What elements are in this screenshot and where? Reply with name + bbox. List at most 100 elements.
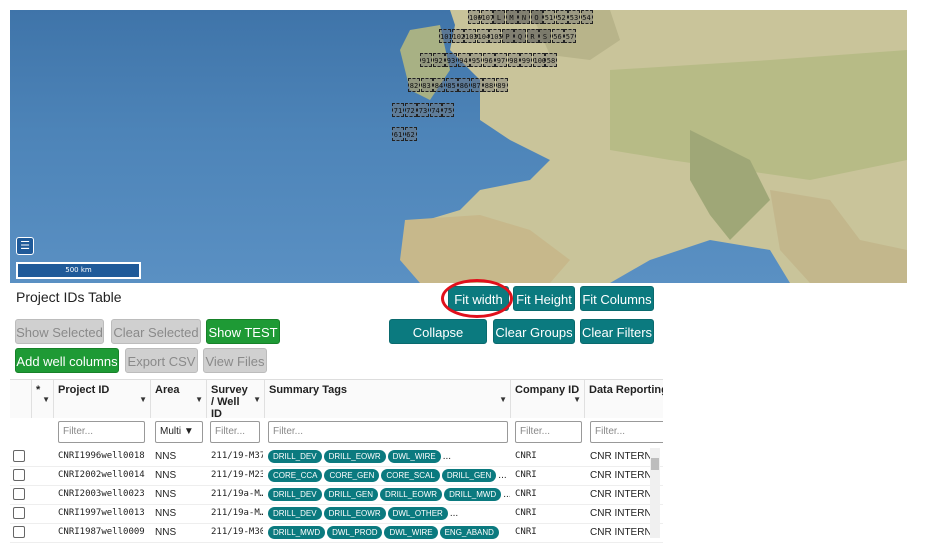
grid-cell[interactable]: 104 <box>476 29 490 43</box>
summary-tag[interactable]: DWL_WIRE <box>387 449 441 463</box>
row-checkbox[interactable] <box>13 469 25 481</box>
grid-cell[interactable]: 88 <box>483 78 495 92</box>
layer-list-button[interactable]: ☰ <box>16 237 34 255</box>
scrollbar-thumb[interactable] <box>651 458 659 470</box>
grid-cell[interactable]: 93 <box>445 53 457 67</box>
grid-cell[interactable]: 58 <box>545 53 557 67</box>
clear-filters-button[interactable]: Clear Filters <box>580 319 654 344</box>
grid-cell[interactable]: L <box>493 10 505 24</box>
grid-cell[interactable]: 62 <box>404 127 417 141</box>
row-checkbox[interactable] <box>13 526 25 538</box>
clear-selected-button[interactable]: Clear Selected <box>111 319 201 344</box>
grid-cell[interactable]: 83 <box>420 78 433 92</box>
summary-tag[interactable]: DRILL_GEN <box>441 468 497 482</box>
summary-tag[interactable]: DRILL_DEV <box>268 506 322 520</box>
grid-cell[interactable]: 100 <box>532 53 546 67</box>
chevron-down-icon[interactable]: ▼ <box>42 395 50 404</box>
grid-cell[interactable]: 74 <box>429 103 442 117</box>
grid-cell[interactable]: 56 <box>551 29 564 43</box>
summary-tag[interactable]: DRILL_DEV <box>268 487 322 501</box>
header-area[interactable]: Area ▼ <box>151 380 207 418</box>
export-csv-button[interactable]: Export CSV <box>125 348 198 373</box>
grid-cell[interactable]: O <box>530 10 543 24</box>
table-row[interactable]: CNRI1997well0013 NNS 211/19a-M… DRILL_DEV DR… <box>10 504 663 524</box>
show-test-button[interactable]: Show TEST <box>206 319 280 344</box>
grid-cell[interactable]: 107 <box>480 10 494 24</box>
table-scrollbar[interactable] <box>650 448 660 538</box>
grid-cell[interactable]: 73 <box>417 103 429 117</box>
row-checkbox[interactable] <box>13 450 25 462</box>
grid-cell[interactable]: 97 <box>495 53 507 67</box>
add-well-columns-button[interactable]: Add well columns <box>15 348 119 373</box>
grid-cell[interactable]: 75 <box>442 103 454 117</box>
grid-cell[interactable]: P <box>501 29 514 43</box>
fit-columns-button[interactable]: Fit Columns <box>580 286 654 311</box>
summary-tag[interactable]: DRILL_DEV <box>268 449 322 463</box>
grid-cell[interactable]: 71 <box>392 103 404 117</box>
header-project-id[interactable]: Project ID ▼ <box>54 380 151 418</box>
grid-cell[interactable]: 54 <box>580 10 593 24</box>
summary-tag[interactable]: DWL_OTHER <box>387 506 448 520</box>
view-files-button[interactable]: View Files <box>203 348 267 373</box>
summary-tag[interactable]: DRILL_EOWR <box>380 487 443 501</box>
chevron-down-icon[interactable]: ▼ <box>253 395 261 404</box>
chevron-down-icon[interactable]: ▼ <box>195 395 203 404</box>
chevron-down-icon[interactable]: ▼ <box>139 395 147 404</box>
chevron-down-icon[interactable]: ▼ <box>499 395 507 404</box>
grid-cell[interactable]: 106 <box>468 10 482 24</box>
summary-tag[interactable]: CORE_CCA <box>268 468 323 482</box>
survey-filter[interactable]: Filter... <box>210 421 260 443</box>
summary-tag[interactable]: DRILL_GEN <box>323 487 379 501</box>
table-row[interactable]: CNRI2003well0023 NNS 211/19a-M… DRILL_DEV DR… <box>10 485 663 505</box>
grid-cell[interactable]: 72 <box>404 103 417 117</box>
map-view[interactable]: 106 107 L M N O 51 52 53 54 101 102 103 104 105 P Q R S 56 5… <box>10 10 907 283</box>
grid-cell[interactable]: 53 <box>568 10 580 24</box>
grid-cell[interactable]: 96 <box>482 53 495 67</box>
grid-cell[interactable]: Q <box>514 29 526 43</box>
header-data-reporting[interactable]: Data Reporting <box>585 380 663 418</box>
summary-tag[interactable]: DRILL_EOWR <box>323 449 386 463</box>
summary-tag[interactable]: DRILL_EOWR <box>323 506 386 520</box>
grid-cell[interactable]: S <box>539 29 551 43</box>
area-filter-select[interactable]: Multi ▼ <box>155 421 203 443</box>
grid-cell[interactable]: M <box>505 10 518 24</box>
header-summary-tags[interactable]: Summary Tags ▼ <box>265 380 511 418</box>
grid-cell[interactable]: 99 <box>520 53 532 67</box>
header-survey[interactable]: Survey / Well ID ▼ <box>207 380 265 420</box>
header-company-id[interactable]: Company ID ▼ <box>511 380 585 418</box>
grid-cell[interactable]: N <box>518 10 530 24</box>
summary-tag[interactable]: DWL_PROD <box>327 525 383 539</box>
clear-groups-button[interactable]: Clear Groups <box>493 319 575 344</box>
grid-cell[interactable]: 87 <box>470 78 483 92</box>
summary-tag[interactable]: CORE_SCAL <box>381 468 440 482</box>
grid-cell[interactable]: 103 <box>464 29 478 43</box>
grid-cell[interactable]: 51 <box>543 10 555 24</box>
grid-cell[interactable]: 98 <box>507 53 520 67</box>
summary-tag[interactable]: DRILL_MWD <box>268 525 326 539</box>
chevron-down-icon[interactable]: ▼ <box>573 395 581 404</box>
grid-cell[interactable]: 102 <box>451 29 465 43</box>
grid-cell[interactable]: R <box>526 29 539 43</box>
fit-height-button[interactable]: Fit Height <box>513 286 575 311</box>
grid-cell[interactable]: 92 <box>432 53 445 67</box>
grid-cell[interactable]: 101 <box>439 29 453 43</box>
collapse-groups-button[interactable]: Collapse Groups <box>389 319 487 365</box>
summary-tag[interactable]: ENG_ABAND <box>439 525 499 539</box>
grid-cell[interactable]: 91 <box>420 53 432 67</box>
grid-cell[interactable]: 82 <box>408 78 420 92</box>
grid-cell[interactable]: 84 <box>433 78 445 92</box>
grid-cell[interactable]: 57 <box>564 29 576 43</box>
summary-tags-filter[interactable]: Filter... <box>268 421 508 443</box>
row-checkbox[interactable] <box>13 507 25 519</box>
grid-cell[interactable]: 61 <box>392 127 404 141</box>
row-checkbox[interactable] <box>13 488 25 500</box>
grid-cell[interactable]: 86 <box>458 78 470 92</box>
grid-cell[interactable]: 95 <box>470 53 482 67</box>
data-reporting-filter[interactable]: Filter... <box>590 421 663 443</box>
header-star[interactable]: * ▼ <box>32 380 54 418</box>
table-row[interactable]: CNRI1996well0018 NNS 211/19-M37 DRILL_DEV DR… <box>10 447 663 467</box>
grid-cell[interactable]: 105 <box>489 29 503 43</box>
grid-cell[interactable]: 89 <box>495 78 508 92</box>
grid-cell[interactable]: 94 <box>457 53 470 67</box>
table-row[interactable]: CNRI2002well0014 NNS 211/19-M23 CORE_CCA COR… <box>10 466 663 486</box>
